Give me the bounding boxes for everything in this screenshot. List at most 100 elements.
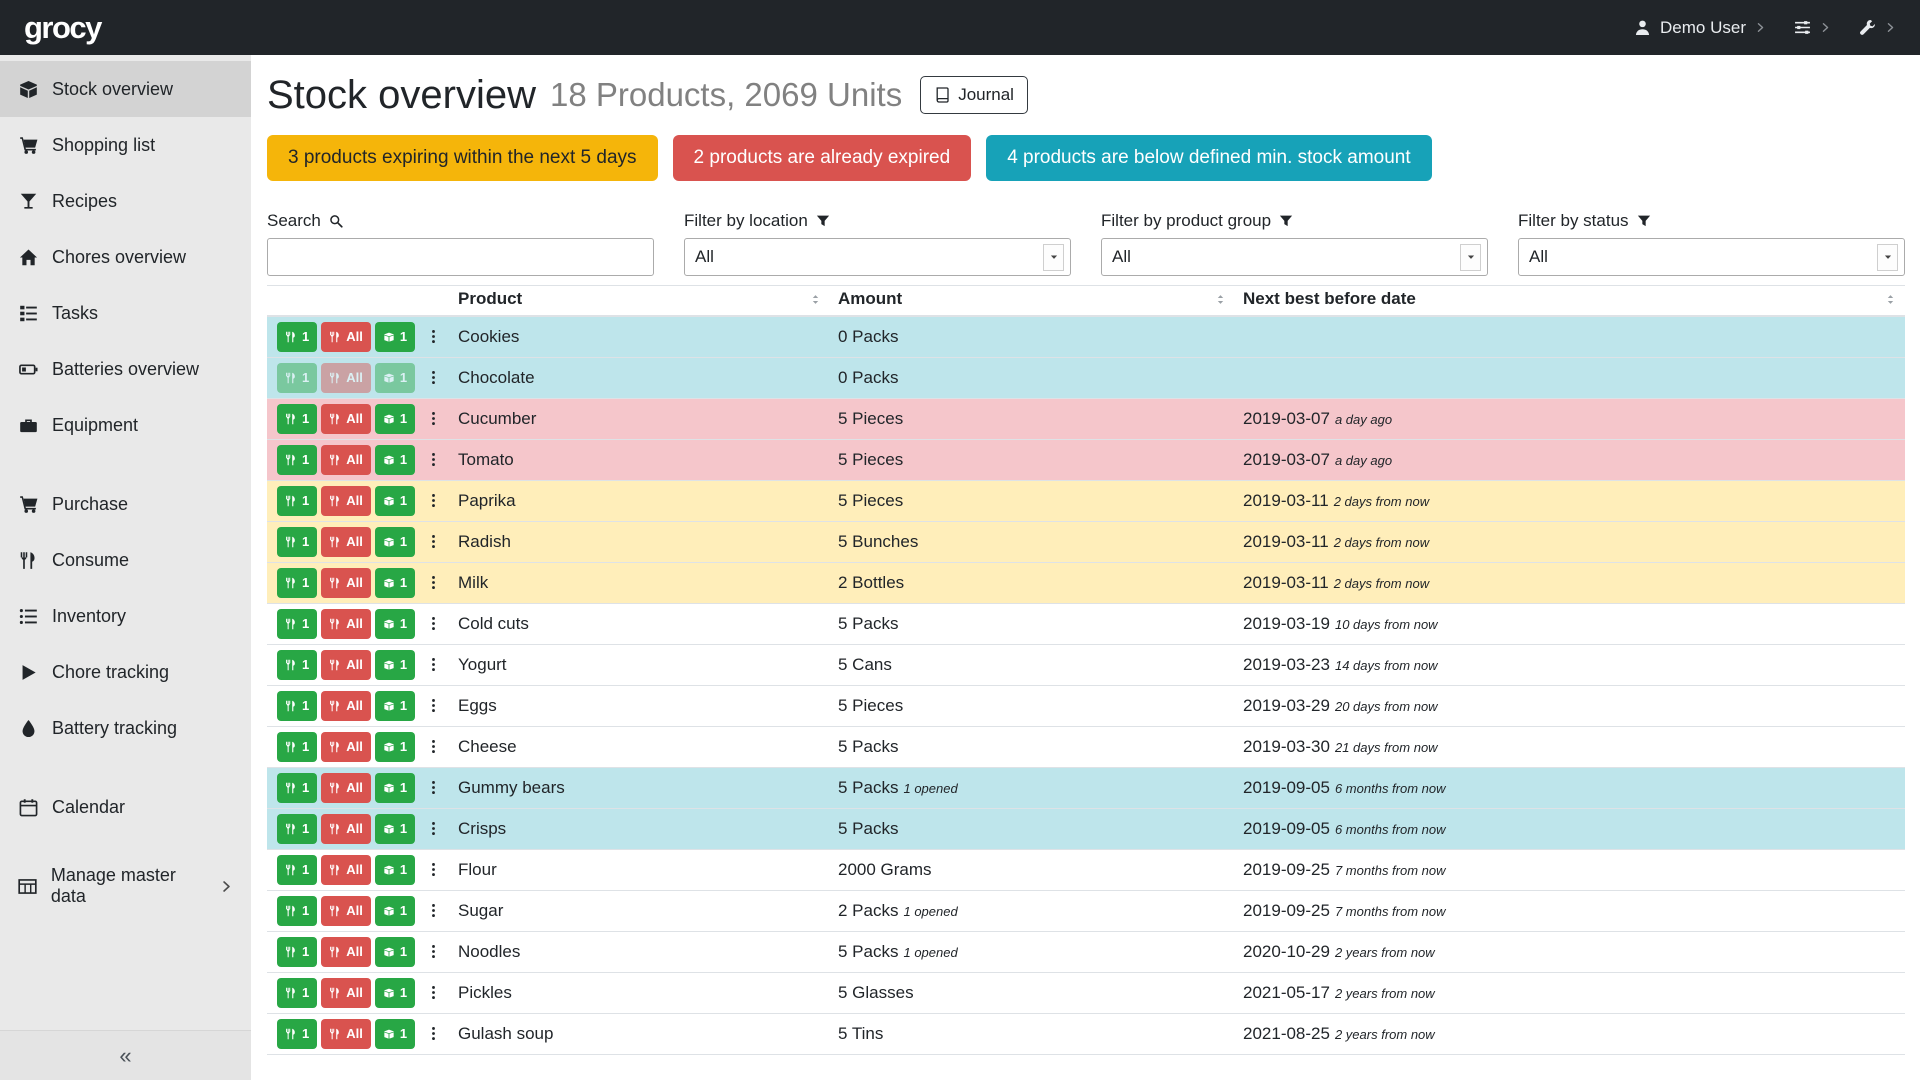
open-one-button[interactable]: 1	[375, 527, 415, 557]
sort-icon[interactable]	[1214, 293, 1227, 306]
open-one-button[interactable]: 1	[375, 363, 415, 393]
open-one-button[interactable]: 1	[375, 978, 415, 1008]
consume-one-button[interactable]: 1	[277, 322, 317, 352]
consume-one-button[interactable]: 1	[277, 527, 317, 557]
consume-all-button[interactable]: All	[321, 568, 371, 598]
sidebar-item-manage-master-data[interactable]: Manage master data	[0, 858, 251, 914]
consume-one-button[interactable]: 1	[277, 896, 317, 926]
product-column-header[interactable]: Product	[450, 286, 830, 317]
sidebar-item-chores-overview[interactable]: Chores overview	[0, 229, 251, 285]
row-menu-kebab-icon[interactable]	[426, 411, 441, 426]
open-one-button[interactable]: 1	[375, 486, 415, 516]
open-one-button[interactable]: 1	[375, 896, 415, 926]
consume-one-button[interactable]: 1	[277, 486, 317, 516]
sidebar-item-inventory[interactable]: Inventory	[0, 588, 251, 644]
consume-all-button[interactable]: All	[321, 937, 371, 967]
sort-icon[interactable]	[809, 293, 822, 306]
open-one-button[interactable]: 1	[375, 404, 415, 434]
consume-all-button[interactable]: All	[321, 773, 371, 803]
consume-all-button[interactable]: All	[321, 322, 371, 352]
consume-one-button[interactable]: 1	[277, 404, 317, 434]
settings-menu[interactable]	[1794, 19, 1831, 36]
sidebar-item-battery-tracking[interactable]: Battery tracking	[0, 700, 251, 756]
expiring-alert[interactable]: 3 products expiring within the next 5 da…	[267, 135, 658, 181]
sidebar-item-chore-tracking[interactable]: Chore tracking	[0, 644, 251, 700]
consume-one-button[interactable]: 1	[277, 978, 317, 1008]
consume-one-button[interactable]: 1	[277, 937, 317, 967]
below-min-stock-alert[interactable]: 4 products are below defined min. stock …	[986, 135, 1431, 181]
row-menu-kebab-icon[interactable]	[426, 821, 441, 836]
consume-all-button[interactable]: All	[321, 896, 371, 926]
admin-menu[interactable]	[1859, 19, 1896, 36]
best-before-column-header[interactable]: Next best before date	[1235, 286, 1905, 317]
row-menu-kebab-icon[interactable]	[426, 944, 441, 959]
search-input[interactable]	[267, 238, 654, 276]
open-one-button[interactable]: 1	[375, 814, 415, 844]
sort-icon[interactable]	[1884, 293, 1897, 306]
consume-one-button[interactable]: 1	[277, 732, 317, 762]
consume-all-button[interactable]: All	[321, 445, 371, 475]
consume-one-button[interactable]: 1	[277, 568, 317, 598]
location-filter-select[interactable]: All	[684, 238, 1071, 276]
row-menu-kebab-icon[interactable]	[426, 1026, 441, 1041]
consume-one-button[interactable]: 1	[277, 773, 317, 803]
product-group-filter-select[interactable]: All	[1101, 238, 1488, 276]
row-menu-kebab-icon[interactable]	[426, 657, 441, 672]
open-one-button[interactable]: 1	[375, 568, 415, 598]
open-one-button[interactable]: 1	[375, 609, 415, 639]
open-one-button[interactable]: 1	[375, 732, 415, 762]
sidebar-item-consume[interactable]: Consume	[0, 532, 251, 588]
amount-column-header[interactable]: Amount	[830, 286, 1235, 317]
row-menu-kebab-icon[interactable]	[426, 493, 441, 508]
consume-all-button[interactable]: All	[321, 486, 371, 516]
open-one-button[interactable]: 1	[375, 937, 415, 967]
status-filter-select[interactable]: All	[1518, 238, 1905, 276]
open-one-button[interactable]: 1	[375, 691, 415, 721]
consume-one-button[interactable]: 1	[277, 363, 317, 393]
sidebar-item-tasks[interactable]: Tasks	[0, 285, 251, 341]
sidebar-item-purchase[interactable]: Purchase	[0, 476, 251, 532]
sidebar-item-equipment[interactable]: Equipment	[0, 397, 251, 453]
row-menu-kebab-icon[interactable]	[426, 698, 441, 713]
consume-all-button[interactable]: All	[321, 404, 371, 434]
consume-one-button[interactable]: 1	[277, 650, 317, 680]
app-logo[interactable]: grocy	[24, 10, 101, 46]
consume-one-button[interactable]: 1	[277, 1019, 317, 1049]
sidebar-item-batteries-overview[interactable]: Batteries overview	[0, 341, 251, 397]
sidebar-collapse-button[interactable]: «	[0, 1030, 251, 1080]
sidebar-item-shopping-list[interactable]: Shopping list	[0, 117, 251, 173]
consume-all-button[interactable]: All	[321, 732, 371, 762]
consume-one-button[interactable]: 1	[277, 691, 317, 721]
expired-alert[interactable]: 2 products are already expired	[673, 135, 972, 181]
row-menu-kebab-icon[interactable]	[426, 985, 441, 1000]
row-menu-kebab-icon[interactable]	[426, 739, 441, 754]
open-one-button[interactable]: 1	[375, 322, 415, 352]
row-menu-kebab-icon[interactable]	[426, 575, 441, 590]
row-menu-kebab-icon[interactable]	[426, 534, 441, 549]
row-menu-kebab-icon[interactable]	[426, 862, 441, 877]
consume-one-button[interactable]: 1	[277, 609, 317, 639]
row-menu-kebab-icon[interactable]	[426, 616, 441, 631]
open-one-button[interactable]: 1	[375, 855, 415, 885]
sidebar-item-calendar[interactable]: Calendar	[0, 779, 251, 835]
row-menu-kebab-icon[interactable]	[426, 370, 441, 385]
row-menu-kebab-icon[interactable]	[426, 452, 441, 467]
consume-all-button[interactable]: All	[321, 691, 371, 721]
open-one-button[interactable]: 1	[375, 650, 415, 680]
consume-one-button[interactable]: 1	[277, 814, 317, 844]
row-menu-kebab-icon[interactable]	[426, 329, 441, 344]
consume-all-button[interactable]: All	[321, 650, 371, 680]
consume-all-button[interactable]: All	[321, 527, 371, 557]
consume-all-button[interactable]: All	[321, 978, 371, 1008]
journal-button[interactable]: Journal	[920, 76, 1028, 114]
consume-all-button[interactable]: All	[321, 363, 371, 393]
open-one-button[interactable]: 1	[375, 773, 415, 803]
sidebar-item-stock-overview[interactable]: Stock overview	[0, 61, 251, 117]
consume-all-button[interactable]: All	[321, 609, 371, 639]
row-menu-kebab-icon[interactable]	[426, 780, 441, 795]
user-menu[interactable]: Demo User	[1634, 18, 1766, 38]
consume-one-button[interactable]: 1	[277, 855, 317, 885]
open-one-button[interactable]: 1	[375, 445, 415, 475]
consume-all-button[interactable]: All	[321, 1019, 371, 1049]
open-one-button[interactable]: 1	[375, 1019, 415, 1049]
